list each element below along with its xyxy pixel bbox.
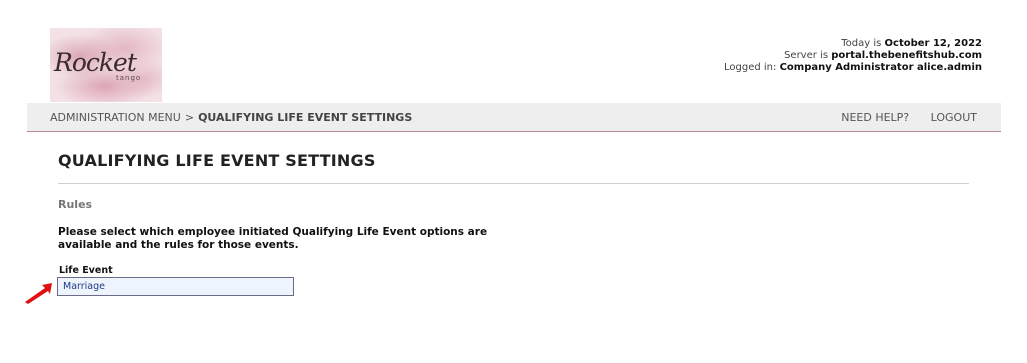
need-help-link[interactable]: NEED HELP?: [841, 111, 909, 124]
today-value: October 12, 2022: [884, 38, 982, 49]
logged-value: Company Administrator alice.admin: [779, 62, 982, 73]
logged-line: Logged in: Company Administrator alice.a…: [724, 62, 982, 74]
breadcrumb-separator: >: [184, 111, 195, 124]
title-divider: [58, 183, 969, 184]
breadcrumb: ADMINISTRATION MENU > QUALIFYING LIFE EVEN…: [50, 111, 412, 124]
page-description: Please select which employee initiated Q…: [58, 226, 488, 251]
page-title: QUALIFYING LIFE EVENT SETTINGS: [58, 151, 376, 170]
server-value: portal.thebenefitshub.com: [831, 50, 982, 61]
logged-prefix: Logged in:: [724, 62, 780, 73]
logout-link[interactable]: LOGOUT: [931, 111, 977, 124]
nav-bar: ADMINISTRATION MENU > QUALIFYING LIFE EVEN…: [27, 103, 1001, 132]
company-logo: Rocket tango: [50, 28, 162, 102]
section-label-rules: Rules: [58, 198, 93, 211]
logo-main-text: Rocket: [54, 48, 137, 77]
today-prefix: Today is: [841, 38, 885, 49]
red-arrow-icon: [25, 283, 52, 304]
today-line: Today is October 12, 2022: [724, 38, 982, 50]
server-prefix: Server is: [784, 50, 832, 61]
life-event-field[interactable]: Marriage: [57, 277, 294, 296]
server-info: Today is October 12, 2022 Server is port…: [724, 38, 982, 74]
server-line: Server is portal.thebenefitshub.com: [724, 50, 982, 62]
life-event-label: Life Event: [59, 265, 113, 276]
logo-sub-text: tango: [116, 74, 142, 82]
breadcrumb-current: QUALIFYING LIFE EVENT SETTINGS: [198, 111, 413, 124]
nav-links: NEED HELP? LOGOUT: [823, 111, 977, 124]
breadcrumb-admin-menu-link[interactable]: ADMINISTRATION MENU: [50, 111, 181, 124]
